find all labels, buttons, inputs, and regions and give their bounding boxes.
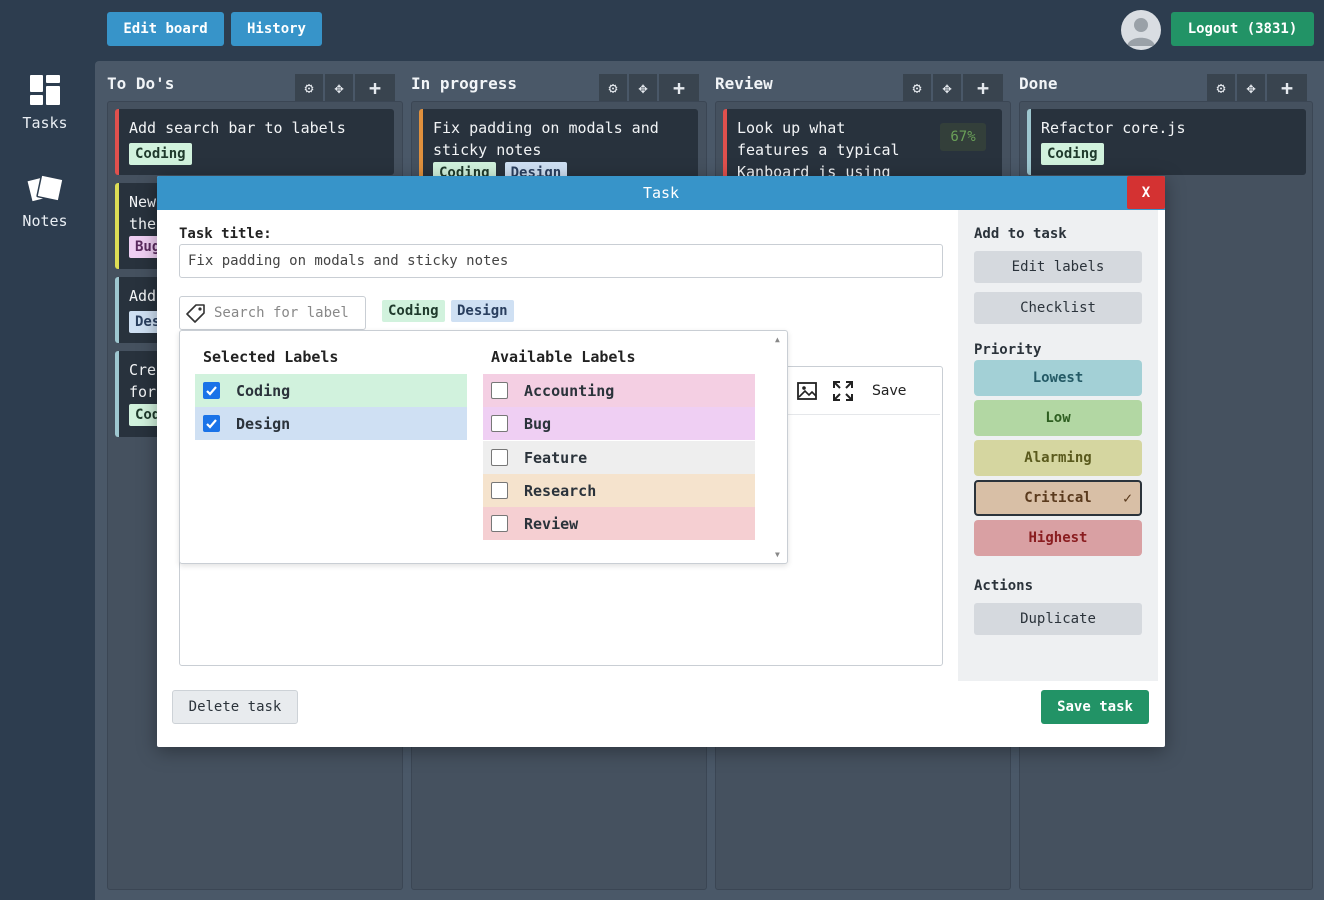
label-option-design[interactable]: Design — [195, 407, 467, 440]
column-title: Review — [715, 74, 773, 93]
column-tools: ⚙ ✥ + — [295, 74, 397, 102]
label-option-review[interactable]: Review — [483, 507, 755, 540]
selected-labels-title: Selected Labels — [203, 348, 339, 366]
checklist-button[interactable]: Checklist — [974, 292, 1142, 324]
edit-labels-button[interactable]: Edit labels — [974, 251, 1142, 283]
card-title: Refactor core.js — [1041, 119, 1186, 137]
sidebar-item-tasks[interactable]: Tasks — [0, 74, 90, 132]
duplicate-button[interactable]: Duplicate — [974, 603, 1142, 635]
label-option-name: Bug — [524, 414, 552, 433]
actions-title: Actions — [974, 578, 1034, 594]
modal-title: Task — [642, 184, 680, 202]
label-option-name: Accounting — [524, 381, 615, 400]
label-search-placeholder: Search for label — [214, 305, 349, 321]
label-option-accounting[interactable]: Accounting — [483, 374, 755, 407]
card-title: Add search bar to labels — [129, 119, 346, 137]
edit-board-button[interactable]: Edit board — [107, 12, 224, 46]
progress-badge: 67% — [940, 123, 986, 151]
column-tools: ⚙ ✥ + — [599, 74, 701, 102]
column-tools: ⚙ ✥ + — [1207, 74, 1309, 102]
checkbox[interactable] — [491, 415, 508, 432]
sidebar-item-label: Notes — [22, 212, 68, 230]
priority-title: Priority — [974, 342, 1042, 358]
gear-icon[interactable]: ⚙ — [599, 74, 629, 102]
add-task-button[interactable]: + — [963, 74, 1005, 102]
checkbox[interactable] — [203, 415, 220, 432]
sidebar-item-notes[interactable]: Notes — [0, 172, 90, 230]
priority-highest-button[interactable]: Highest — [974, 520, 1142, 556]
priority-lowest-button[interactable]: Lowest — [974, 360, 1142, 396]
gear-icon[interactable]: ⚙ — [295, 74, 325, 102]
column-tools: ⚙ ✥ + — [903, 74, 1005, 102]
label-option-name: Feature — [524, 448, 588, 467]
task-title-label: Task title: — [179, 226, 272, 242]
label-option-research[interactable]: Research — [483, 474, 755, 507]
column-title: To Do's — [107, 74, 175, 93]
add-task-button[interactable]: + — [355, 74, 397, 102]
move-icon[interactable]: ✥ — [629, 74, 659, 102]
labels-dropdown: Selected Labels Available Labels Coding … — [179, 330, 788, 564]
gear-icon[interactable]: ⚙ — [903, 74, 933, 102]
editor-save-button[interactable]: Save — [872, 383, 906, 399]
sidebar-item-label: Tasks — [22, 114, 68, 132]
close-button[interactable]: X — [1127, 176, 1165, 209]
label-search-input[interactable]: Search for label — [179, 296, 366, 330]
checkbox[interactable] — [491, 382, 508, 399]
fullscreen-icon[interactable] — [832, 380, 854, 402]
label-option-name: Design — [236, 414, 291, 433]
move-icon[interactable]: ✥ — [933, 74, 963, 102]
label-chip[interactable]: Design — [451, 300, 514, 322]
label-chip: Coding — [129, 143, 192, 165]
task-card[interactable]: Add search bar to labels Coding — [115, 109, 394, 175]
checkbox[interactable] — [491, 449, 508, 466]
task-card[interactable]: Look up what features a typical Kanboard… — [723, 109, 1002, 179]
add-task-button[interactable]: + — [659, 74, 701, 102]
priority-low-button[interactable]: Low — [974, 400, 1142, 436]
image-icon[interactable] — [796, 380, 818, 402]
available-labels-title: Available Labels — [491, 348, 636, 366]
label-option-name: Research — [524, 481, 597, 500]
scroll-up-icon[interactable]: ▲ — [775, 335, 780, 344]
user-icon — [1127, 18, 1155, 46]
label-chip: Coding — [1041, 143, 1104, 165]
column-title: Done — [1019, 74, 1058, 93]
task-side-panel: Add to task Edit labels Checklist Priori… — [958, 210, 1158, 681]
avatar[interactable] — [1121, 10, 1161, 50]
gear-icon[interactable]: ⚙ — [1207, 74, 1237, 102]
label-option-name: Coding — [236, 381, 291, 400]
task-card[interactable]: Fix padding on modals and sticky notes C… — [419, 109, 698, 179]
label-option-coding[interactable]: Coding — [195, 374, 467, 407]
add-task-button[interactable]: + — [1267, 74, 1309, 102]
label-option-bug[interactable]: Bug — [483, 407, 755, 440]
label-option-feature[interactable]: Feature — [483, 441, 755, 474]
delete-task-button[interactable]: Delete task — [172, 690, 298, 724]
scroll-down-icon[interactable]: ▼ — [775, 550, 780, 559]
task-title-input[interactable]: Fix padding on modals and sticky notes — [179, 244, 943, 278]
history-button[interactable]: History — [231, 12, 322, 46]
notes-icon — [26, 174, 64, 203]
checkbox[interactable] — [203, 382, 220, 399]
move-icon[interactable]: ✥ — [325, 74, 355, 102]
modal-header: Task — [157, 176, 1165, 210]
card-title: Look up what features a typical Kanboard… — [737, 119, 900, 179]
task-card[interactable]: Refactor core.js Coding — [1027, 109, 1306, 175]
priority-label: Critical — [1024, 490, 1092, 506]
label-chip[interactable]: Coding — [382, 300, 445, 322]
column-title: In progress — [411, 74, 517, 93]
priority-critical-button[interactable]: Critical ✓ — [974, 480, 1142, 516]
checkbox[interactable] — [491, 482, 508, 499]
move-icon[interactable]: ✥ — [1237, 74, 1267, 102]
dropdown-scrollbar[interactable]: ▲ ▼ — [774, 335, 784, 559]
checkbox[interactable] — [491, 515, 508, 532]
logout-button[interactable]: Logout (3831) — [1171, 12, 1314, 46]
card-title: Fix padding on modals and sticky notes — [433, 119, 659, 159]
add-to-task-title: Add to task — [974, 226, 1067, 242]
save-task-button[interactable]: Save task — [1041, 690, 1149, 724]
tag-icon — [186, 304, 205, 323]
priority-alarming-button[interactable]: Alarming — [974, 440, 1142, 476]
label-option-name: Review — [524, 514, 579, 533]
check-icon: ✓ — [1122, 489, 1132, 507]
dashboard-icon — [30, 75, 60, 105]
editor-toolbar: Save — [780, 367, 940, 415]
